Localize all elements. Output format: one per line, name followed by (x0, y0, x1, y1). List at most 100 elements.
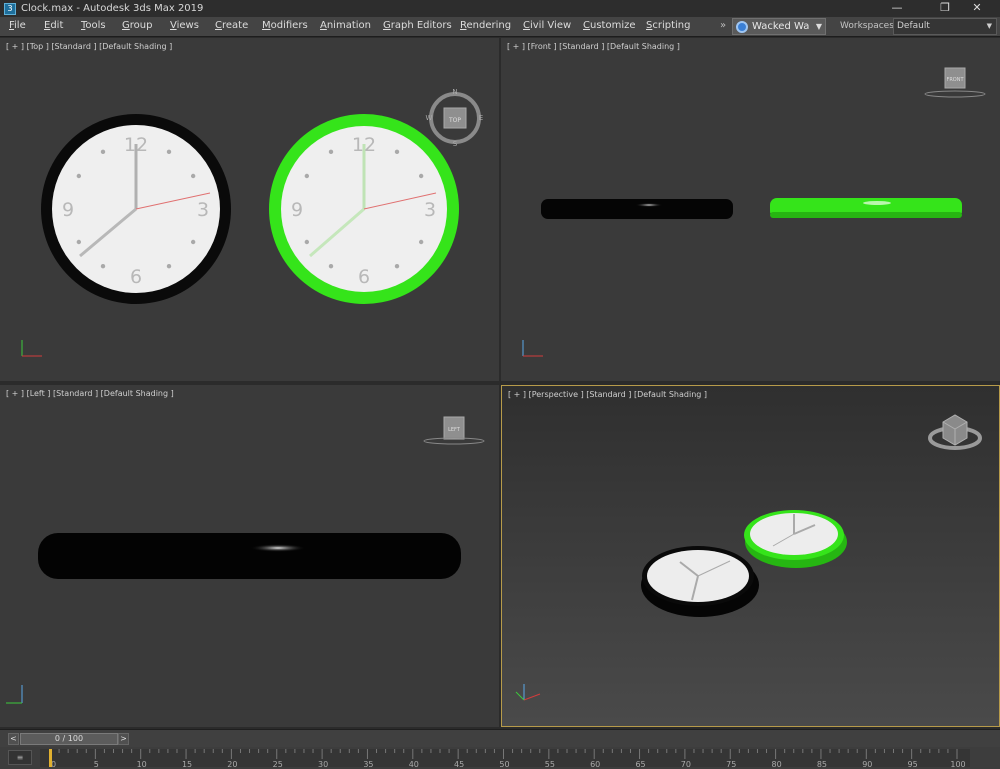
viewcube-left[interactable]: LEFT (423, 416, 485, 445)
track-tick-label: 60 (590, 760, 600, 769)
viewport-left-label[interactable]: [ + ] [Left ] [Standard ] [Default Shadi… (6, 389, 174, 398)
menu-file[interactable]: File (9, 20, 26, 31)
black-clock-numeral-12: 12 (124, 134, 148, 156)
track-tick-label: 50 (499, 760, 509, 769)
clock-side-view[interactable] (38, 533, 461, 579)
prev-frame-button[interactable]: < (8, 733, 19, 745)
time-slider-bar: < 0 / 100 > (0, 729, 1000, 747)
menu-views[interactable]: Views (170, 20, 199, 31)
viewcube-front[interactable]: FRONT (924, 67, 986, 98)
workspace-select[interactable]: Default ▼ (893, 18, 997, 35)
track-tick-label: 100 (950, 760, 965, 769)
track-tick-label: 20 (227, 760, 237, 769)
track-tick-label: 75 (726, 760, 736, 769)
menu-overflow-button[interactable]: » (720, 20, 726, 31)
workspace-value: Default (897, 21, 930, 31)
workspaces-label: Workspaces: (840, 21, 897, 31)
close-icon[interactable]: ✕ (954, 0, 1000, 17)
clock-tick-dot (304, 173, 310, 179)
viewport-top-canvas: 12 3 6 9 12 3 6 9 TOP N E S W (21, 88, 484, 357)
clock-tick-dot (190, 173, 196, 179)
clock-tick-dot (166, 263, 172, 269)
menu-create[interactable]: Create (215, 20, 248, 31)
green-clock-numeral-9: 9 (291, 199, 303, 221)
black-clock-numeral-6: 6 (130, 266, 142, 288)
track-tick-label: 45 (454, 760, 464, 769)
track-ruler: 0 5 10 15 20 25 30 35 40 45 50 55 60 65 70 75 80 85 90 95 10… (40, 749, 970, 769)
minimize-icon[interactable]: — (874, 0, 920, 17)
viewport-front[interactable]: FRONT [ + ] [Front ] [Standard ] [Defaul… (501, 38, 1000, 381)
axis-gizmo (522, 340, 543, 357)
axis-gizmo (21, 340, 42, 357)
clock-tick-dot (394, 149, 400, 155)
axis-gizmo (6, 685, 23, 704)
axis-gizmo (515, 684, 541, 701)
clock-tick-dot (76, 239, 82, 245)
menu-tools[interactable]: Tools (81, 20, 106, 31)
time-slider[interactable]: 0 / 100 (20, 733, 118, 745)
viewcube-top-label: TOP (448, 117, 461, 124)
track-tick-label: 35 (363, 760, 373, 769)
title-bar: 3 Clock.max - Autodesk 3ds Max 2019 — ❐ … (0, 0, 1000, 17)
clock-tick-dot (190, 239, 196, 245)
track-tick-label: 40 (409, 760, 419, 769)
viewcube-perspective[interactable] (928, 414, 982, 450)
user-name: Wacked Wa (752, 21, 810, 32)
viewport-left[interactable]: LEFT [ + ] [Left ] [Standard ] [Default … (0, 385, 499, 727)
menu-scripting[interactable]: Scripting (646, 20, 690, 31)
compass-east: E (479, 114, 483, 122)
viewport-perspective[interactable]: [ + ] [Perspective ] [Standard ] [Defaul… (501, 385, 1000, 727)
viewport-perspective-label[interactable]: [ + ] [Perspective ] [Standard ] [Defaul… (508, 390, 707, 399)
viewport-perspective-canvas (515, 414, 982, 701)
clock-tick-dot (76, 173, 82, 179)
green-clock-perspective[interactable] (744, 510, 847, 568)
track-tick-label: 70 (681, 760, 691, 769)
viewport-front-label[interactable]: [ + ] [Front ] [Standard ] [Default Shad… (507, 42, 680, 51)
track-tick-label: 95 (908, 760, 918, 769)
viewport-top[interactable]: 12 3 6 9 12 3 6 9 TOP N E S W [+] [Top… (0, 38, 499, 381)
track-tick-label: 25 (273, 760, 283, 769)
viewport-front-canvas: FRONT (522, 67, 986, 357)
clock-tick-dot (100, 263, 106, 269)
green-clock[interactable]: 12 3 6 9 (269, 114, 459, 304)
menu-modifiers[interactable]: Modifiers (262, 20, 308, 31)
clock-tick-dot (166, 149, 172, 155)
track-bar[interactable]: ≡ 0 5 10 15 20 25 30 35 40 45 50 55 60 65 70 75 80 85 90 95… (0, 747, 1000, 769)
green-clock-numeral-3: 3 (424, 199, 436, 221)
track-tick-label: 10 (137, 760, 147, 769)
menu-rendering[interactable]: Rendering (460, 20, 511, 31)
black-clock-front[interactable] (541, 199, 733, 219)
track-tick-label: 65 (635, 760, 645, 769)
track-tick-label: 55 (545, 760, 555, 769)
clock-tick-dot (304, 239, 310, 245)
clock-tick-dot (328, 149, 334, 155)
compass-west: W (426, 114, 433, 122)
menu-animation[interactable]: Animation (320, 20, 371, 31)
clock-tick-dot (100, 149, 106, 155)
menu-civil-view[interactable]: Civil View (523, 20, 571, 31)
menu-graph-editors[interactable]: Graph Editors (383, 20, 452, 31)
compass-north: N (452, 88, 457, 96)
green-clock-front[interactable] (770, 198, 962, 218)
track-tick-label: 15 (182, 760, 192, 769)
track-tick-label: 80 (772, 760, 782, 769)
3ds-max-icon: 3 (4, 2, 16, 15)
green-clock-numeral-12: 12 (352, 134, 376, 156)
clock-tick-dot (418, 239, 424, 245)
compass-south: S (453, 140, 458, 148)
current-frame-marker[interactable] (49, 749, 52, 767)
clock-tick-dot (394, 263, 400, 269)
user-account-dropdown[interactable]: Wacked Wa ▼ (732, 18, 826, 35)
next-frame-button[interactable]: > (118, 733, 129, 745)
viewcube-left-label: LEFT (448, 427, 461, 433)
chevron-down-icon: ▼ (815, 22, 823, 31)
viewport-left-canvas: LEFT (6, 416, 485, 704)
viewport-top-label[interactable]: [ + ] [Top ] [Standard ] [Default Shadin… (6, 42, 172, 51)
menu-group[interactable]: Group (122, 20, 152, 31)
window-title: Clock.max - Autodesk 3ds Max 2019 (21, 3, 204, 14)
black-clock[interactable]: 12 3 6 9 (41, 114, 231, 304)
menu-customize[interactable]: Customize (583, 20, 636, 31)
black-clock-perspective[interactable] (641, 546, 759, 617)
viewcube-compass[interactable]: TOP N E S W (426, 88, 484, 148)
menu-edit[interactable]: Edit (44, 20, 63, 31)
